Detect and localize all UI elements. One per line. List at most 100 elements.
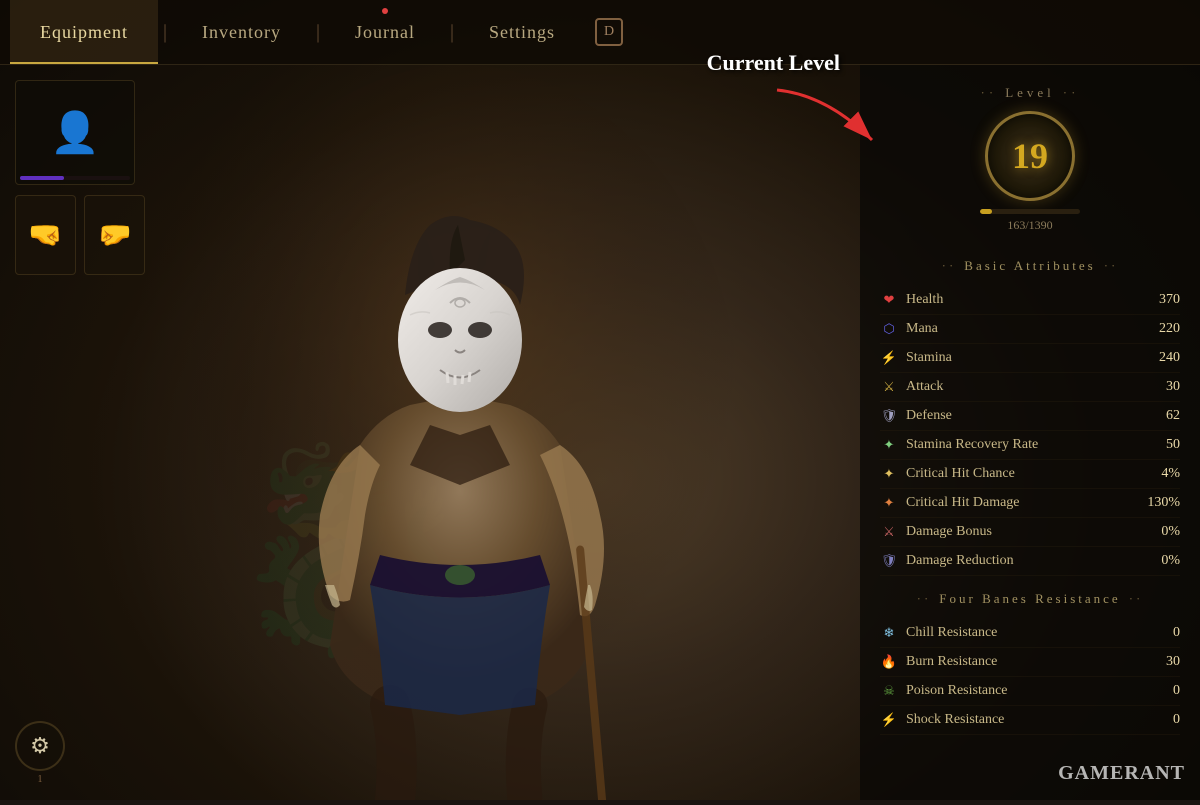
annotation-arrow-svg — [767, 80, 887, 160]
tab-journal[interactable]: Journal — [325, 0, 445, 64]
nav-separator-1: | — [158, 21, 172, 44]
level-xp-text: 163/1390 — [880, 218, 1180, 233]
poison-value: 0 — [1173, 683, 1180, 699]
damage-bonus-label: Damage Bonus — [906, 524, 992, 540]
stat-burn: 🔥 Burn Resistance 30 — [880, 648, 1180, 677]
attack-icon: ⚔ — [880, 378, 898, 396]
bottom-item-circle: ⚙ — [15, 721, 65, 771]
equipment-slot-portrait[interactable]: 👤 — [15, 80, 135, 185]
basic-attributes-list: ❤ Health 370 ⬡ Mana 220 ⚡ Stamina 240 ⚔ — [880, 286, 1180, 576]
crit-damage-value: 130% — [1147, 495, 1180, 511]
tab-journal-label: Journal — [355, 22, 415, 43]
stat-poison: ☠ Poison Resistance 0 — [880, 677, 1180, 706]
stamina-recovery-label: Stamina Recovery Rate — [906, 437, 1038, 453]
basic-attributes-header: Basic Attributes — [880, 258, 1180, 274]
stat-health: ❤ Health 370 — [880, 286, 1180, 315]
level-label: Level — [880, 85, 1180, 101]
crit-damage-icon: ✦ — [880, 494, 898, 512]
equipment-slot-hand-right[interactable]: 🤛 — [84, 195, 145, 275]
poison-label: Poison Resistance — [906, 683, 1008, 699]
level-section: Level 19 163/1390 — [880, 85, 1180, 233]
stat-mana: ⬡ Mana 220 — [880, 315, 1180, 344]
stat-stamina-recovery: ✦ Stamina Recovery Rate 50 — [880, 431, 1180, 460]
shock-icon: ⚡ — [880, 711, 898, 729]
damage-bonus-value: 0% — [1161, 524, 1180, 540]
damage-reduction-label: Damage Reduction — [906, 553, 1014, 569]
portrait-icon: 👤 — [50, 109, 100, 156]
bottom-item-icon: ⚙ — [30, 733, 50, 759]
stat-chill: ❄ Chill Resistance 0 — [880, 619, 1180, 648]
stats-panel: Level 19 163/1390 Basic Attributes ❤ Hea… — [860, 65, 1200, 800]
hand-wrap-icon-right: 🤛 — [97, 218, 132, 252]
tab-inventory-label: Inventory — [202, 22, 281, 43]
chill-icon: ❄ — [880, 624, 898, 642]
mana-value: 220 — [1159, 321, 1180, 337]
nav-separator-3: | — [445, 21, 459, 44]
defense-value: 62 — [1166, 408, 1180, 424]
stat-stamina: ⚡ Stamina 240 — [880, 344, 1180, 373]
health-bar — [20, 176, 130, 180]
chill-value: 0 — [1173, 625, 1180, 641]
four-banes-list: ❄ Chill Resistance 0 🔥 Burn Resistance 3… — [880, 619, 1180, 735]
nav-separator-2: | — [311, 21, 325, 44]
poison-icon: ☠ — [880, 682, 898, 700]
stamina-icon: ⚡ — [880, 349, 898, 367]
shock-label: Shock Resistance — [906, 712, 1004, 728]
stat-crit-chance: ✦ Critical Hit Chance 4% — [880, 460, 1180, 489]
burn-label: Burn Resistance — [906, 654, 997, 670]
level-xp-fill — [980, 209, 992, 214]
burn-value: 30 — [1166, 654, 1180, 670]
level-xp-bar — [980, 209, 1080, 214]
tab-equipment[interactable]: Equipment — [10, 0, 158, 64]
equipment-slot-row: 🤜 🤛 — [15, 195, 145, 275]
defense-label: Defense — [906, 408, 952, 424]
bottom-item-number: 1 — [38, 774, 43, 785]
hand-wrap-icon-left: 🤜 — [28, 218, 63, 252]
annotation-text: Current Level — [707, 50, 840, 76]
stat-damage-reduction: 🛡 Damage Reduction 0% — [880, 547, 1180, 576]
four-banes-header: Four Banes Resistance — [880, 591, 1180, 607]
attack-label: Attack — [906, 379, 943, 395]
stamina-recovery-value: 50 — [1166, 437, 1180, 453]
burn-icon: 🔥 — [880, 653, 898, 671]
mana-icon: ⬡ — [880, 320, 898, 338]
stat-damage-bonus: ⚔ Damage Bonus 0% — [880, 518, 1180, 547]
stamina-recovery-icon: ✦ — [880, 436, 898, 454]
stat-defense: 🛡 Defense 62 — [880, 402, 1180, 431]
mana-label: Mana — [906, 321, 938, 337]
level-value: 19 — [1012, 135, 1048, 177]
character-display — [100, 65, 820, 800]
stamina-label: Stamina — [906, 350, 952, 366]
shock-value: 0 — [1173, 712, 1180, 728]
crit-chance-label: Critical Hit Chance — [906, 466, 1015, 482]
health-bar-fill — [20, 176, 64, 180]
bottom-left-item[interactable]: ⚙ 1 — [15, 721, 65, 785]
gamerant-watermark: GAMERANT — [1058, 762, 1185, 785]
health-label: Health — [906, 292, 943, 308]
tab-equipment-label: Equipment — [40, 22, 128, 43]
damage-reduction-icon: 🛡 — [880, 552, 898, 570]
journal-notification-dot — [382, 8, 388, 14]
chill-label: Chill Resistance — [906, 625, 997, 641]
health-icon: ❤ — [880, 291, 898, 309]
d-key-icon: D — [595, 18, 623, 46]
stamina-value: 240 — [1159, 350, 1180, 366]
attack-value: 30 — [1166, 379, 1180, 395]
tab-inventory[interactable]: Inventory — [172, 0, 311, 64]
equipment-slot-hand-left[interactable]: 🤜 — [15, 195, 76, 275]
navigation-bar: Equipment | Inventory | Journal | Settin… — [0, 0, 1200, 65]
stat-shock: ⚡ Shock Resistance 0 — [880, 706, 1180, 735]
character-svg — [100, 65, 820, 800]
tab-settings[interactable]: Settings — [459, 0, 585, 64]
defense-icon: 🛡 — [880, 407, 898, 425]
level-circle: 19 — [985, 111, 1075, 201]
equipment-panel: 👤 🤜 🤛 — [0, 65, 160, 290]
crit-chance-icon: ✦ — [880, 465, 898, 483]
stat-attack: ⚔ Attack 30 — [880, 373, 1180, 402]
current-level-annotation: Current Level — [707, 50, 840, 76]
damage-reduction-value: 0% — [1161, 553, 1180, 569]
tab-settings-label: Settings — [489, 22, 555, 43]
health-value: 370 — [1159, 292, 1180, 308]
crit-chance-value: 4% — [1161, 466, 1180, 482]
crit-damage-label: Critical Hit Damage — [906, 495, 1020, 511]
